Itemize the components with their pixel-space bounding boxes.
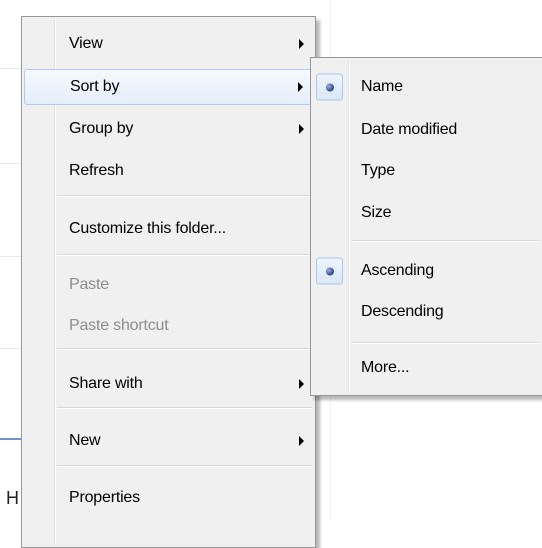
submenu-arrow-icon [299,124,304,134]
sort-option-label: Date modified [361,121,458,138]
sort-option-type[interactable]: Type [313,151,540,191]
menu-item-label: View [69,35,103,52]
menu-item-customize-folder[interactable]: Customize this folder... [24,211,313,247]
menu-item-label: Share with [69,375,143,392]
sort-option-label: Type [361,162,395,179]
menu-item-label: Refresh [69,162,124,179]
menu-item-label: Properties [69,489,140,506]
sort-order-ascending[interactable]: Ascending [313,251,540,291]
menu-item-label: Sort by [70,78,120,95]
radio-selected-indicator [316,73,343,101]
sort-option-label: Name [361,78,403,95]
submenu-separator [352,240,539,242]
menu-item-share-with[interactable]: Share with [24,366,313,402]
menu-item-properties[interactable]: Properties [24,480,313,516]
radio-dot-icon [325,83,334,91]
menu-item-refresh[interactable]: Refresh [24,153,313,189]
sort-by-submenu: Name Date modified Type Size Ascending D… [310,57,542,396]
submenu-separator [352,342,539,344]
menu-separator [57,407,312,409]
menu-item-new[interactable]: New [24,423,313,459]
menu-item-view[interactable]: View [24,26,313,62]
submenu-arrow-icon [298,82,303,92]
background-partial-text: H [6,488,19,508]
sort-option-label: Size [361,204,392,221]
sort-option-date-modified[interactable]: Date modified [313,110,540,150]
submenu-arrow-icon [299,379,304,389]
radio-dot-icon [325,267,334,275]
menu-item-paste-shortcut[interactable]: Paste shortcut [24,308,313,344]
menu-separator [57,195,312,197]
menu-item-label: Paste shortcut [69,317,169,334]
menu-separator [57,254,312,256]
context-menu: View Sort by Group by Refresh Customize … [21,16,316,548]
submenu-arrow-icon [299,39,304,49]
menu-item-label: Paste [69,276,109,293]
radio-selected-indicator [316,257,343,285]
menu-item-group-by[interactable]: Group by [24,111,313,147]
sort-option-label: More... [361,359,410,376]
sort-option-size[interactable]: Size [313,193,540,233]
menu-item-label: New [69,432,101,449]
menu-separator [57,348,312,350]
menu-item-label: Group by [69,120,134,137]
sort-order-label: Descending [361,303,444,320]
menu-item-paste[interactable]: Paste [24,267,313,303]
sort-order-descending[interactable]: Descending [313,292,540,332]
sort-option-more[interactable]: More... [313,348,540,388]
menu-separator [57,465,312,467]
menu-item-label: Customize this folder... [69,220,227,237]
sort-option-name[interactable]: Name [313,67,540,107]
sort-order-label: Ascending [361,262,434,279]
submenu-arrow-icon [299,436,304,446]
menu-item-sort-by[interactable]: Sort by [24,69,313,105]
